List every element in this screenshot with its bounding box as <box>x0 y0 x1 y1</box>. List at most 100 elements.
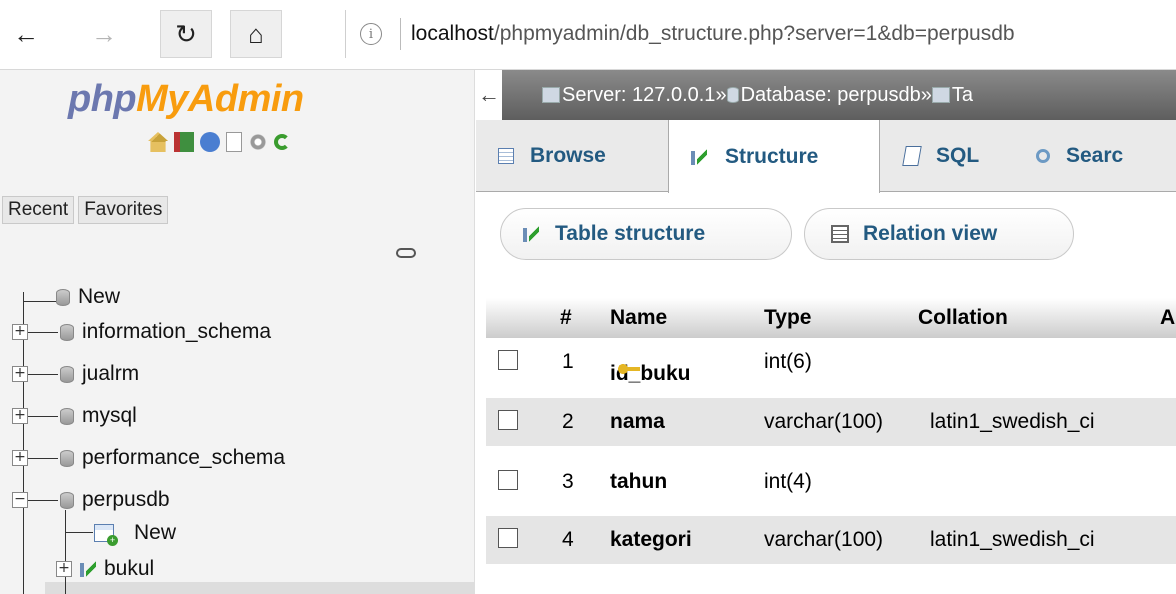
table-row: 2 nama varchar(100) latin1_swedish_ci <box>486 398 1176 446</box>
settings-gear-icon[interactable] <box>248 132 268 152</box>
table-icon <box>931 87 950 103</box>
forward-button[interactable]: → <box>78 10 130 58</box>
table-structure-button[interactable]: Table structure <box>500 208 792 260</box>
row-checkbox[interactable] <box>498 528 518 548</box>
tree-line <box>65 532 93 533</box>
logo-text-php: php <box>68 78 137 120</box>
navigation-sidebar: phpMyAdmin Recent Favorites New + informa… <box>0 70 475 594</box>
new-table-icon: + <box>94 524 118 546</box>
url-path: /phpmyadmin/db_structure.php?server=1&db… <box>493 22 1015 45</box>
info-icon[interactable]: i <box>360 23 382 45</box>
column-type: varchar(100) <box>764 410 884 433</box>
database-icon <box>60 449 74 467</box>
tree-item-perpusdb-new[interactable]: + New <box>94 518 176 548</box>
table-header-row: # Name Type Collation A <box>486 298 1176 338</box>
breadcrumb-table[interactable]: Ta <box>952 84 973 107</box>
col-header-attributes[interactable]: A <box>1160 306 1175 330</box>
col-header-number: # <box>560 306 572 329</box>
button-label: Relation view <box>863 222 998 245</box>
column-collation: latin1_swedish_ci <box>930 528 1095 551</box>
database-icon <box>60 323 74 341</box>
row-checkbox[interactable] <box>498 350 518 370</box>
tab-structure[interactable]: Structure <box>668 120 880 193</box>
breadcrumb: ← Server: 127.0.0.1 » Database: perpusdb… <box>476 70 1176 120</box>
expand-plus-icon[interactable]: + <box>12 408 28 424</box>
column-type: varchar(100) <box>764 528 884 551</box>
column-collation: latin1_swedish_ci <box>930 410 1095 433</box>
tree-item-new[interactable]: New <box>56 282 120 312</box>
tab-browse[interactable]: Browse <box>498 120 606 192</box>
col-header-collation[interactable]: Collation <box>918 306 1008 330</box>
tree-item-perpusdb[interactable]: − perpusdb <box>12 485 170 515</box>
docs-icon[interactable] <box>226 132 242 152</box>
tree-item-jualrm[interactable]: + jualrm <box>12 359 139 389</box>
relation-view-button[interactable]: Relation view <box>804 208 1074 260</box>
tab-label: Structure <box>725 144 819 168</box>
main-content: ← Server: 127.0.0.1 » Database: perpusdb… <box>476 70 1176 594</box>
row-number: 1 <box>562 350 574 373</box>
tree-label: New <box>78 285 121 308</box>
expand-plus-icon[interactable]: + <box>12 366 28 382</box>
tree-item-performance-schema[interactable]: + performance_schema <box>12 443 285 473</box>
tree-label: bukul <box>104 557 155 580</box>
expand-plus-icon[interactable]: + <box>56 561 72 577</box>
tree-label: performance_schema <box>82 446 286 469</box>
col-header-name[interactable]: Name <box>610 306 667 330</box>
row-number: 3 <box>562 470 574 493</box>
button-label: Table structure <box>555 222 706 245</box>
database-icon <box>726 87 739 103</box>
sql-icon <box>902 146 922 166</box>
favorites-tab[interactable]: Favorites <box>78 196 169 224</box>
col-header-type[interactable]: Type <box>764 306 811 330</box>
phpmyadmin-logo[interactable]: phpMyAdmin <box>68 78 304 121</box>
sidebar-icon-row <box>148 132 290 152</box>
row-checkbox[interactable] <box>498 470 518 490</box>
database-icon <box>60 491 74 509</box>
row-number: 4 <box>562 528 574 551</box>
table-row: 1 id_buku int(6) <box>486 338 1176 386</box>
reload-button[interactable]: ↻ <box>160 10 212 58</box>
help-icon[interactable] <box>200 132 220 152</box>
tree-item-mysql[interactable]: + mysql <box>12 401 137 431</box>
expand-plus-icon[interactable]: + <box>12 450 28 466</box>
column-name: nama <box>610 410 665 433</box>
tab-search[interactable]: Searc <box>1036 120 1123 192</box>
tree-item-information-schema[interactable]: + information_schema <box>12 317 271 347</box>
home-button[interactable]: ⌂ <box>230 10 282 58</box>
tree-line <box>23 301 58 302</box>
structure-icon <box>689 147 709 167</box>
database-icon <box>60 365 74 383</box>
recent-tab[interactable]: Recent <box>2 196 75 224</box>
search-icon <box>1036 149 1050 163</box>
browse-icon <box>498 148 514 164</box>
relation-icon <box>831 225 849 243</box>
tree-label: information_schema <box>82 320 272 343</box>
link-chain-icon[interactable] <box>396 248 416 258</box>
browser-toolbar: ← → ↻ ⌂ i localhost/phpmyadmin/db_struct… <box>0 0 1176 70</box>
collapse-minus-icon[interactable]: − <box>12 492 28 508</box>
breadcrumb-server[interactable]: Server: 127.0.0.1 <box>562 84 715 107</box>
address-separator <box>400 18 401 50</box>
tab-label: Browse <box>530 144 606 167</box>
row-checkbox[interactable] <box>498 410 518 430</box>
tree-label: New <box>134 521 177 544</box>
home-icon[interactable] <box>148 132 168 152</box>
tab-sql[interactable]: SQL <box>902 120 979 192</box>
database-icon <box>60 407 74 425</box>
breadcrumb-database[interactable]: Database: perpusdb <box>741 84 921 107</box>
breadcrumb-separator: » <box>920 83 932 106</box>
exit-icon[interactable] <box>174 132 194 152</box>
expand-plus-icon[interactable]: + <box>12 324 28 340</box>
server-icon <box>542 87 560 103</box>
tree-label: jualrm <box>82 362 140 385</box>
primary-key-icon <box>618 362 640 376</box>
reload-icon[interactable] <box>274 134 290 150</box>
back-button[interactable]: ← <box>0 10 52 58</box>
collapse-sidebar-arrow-icon[interactable]: ← <box>476 70 502 120</box>
address-bar[interactable]: i localhost/phpmyadmin/db_structure.php?… <box>345 10 1176 58</box>
table-row: 4 kategori varchar(100) latin1_swedish_c… <box>486 516 1176 564</box>
row-number: 2 <box>562 410 574 433</box>
tree-item-table-bukul[interactable]: + bukul <box>56 554 154 584</box>
table-structure-icon <box>78 559 98 579</box>
url-host: localhost <box>411 22 494 45</box>
